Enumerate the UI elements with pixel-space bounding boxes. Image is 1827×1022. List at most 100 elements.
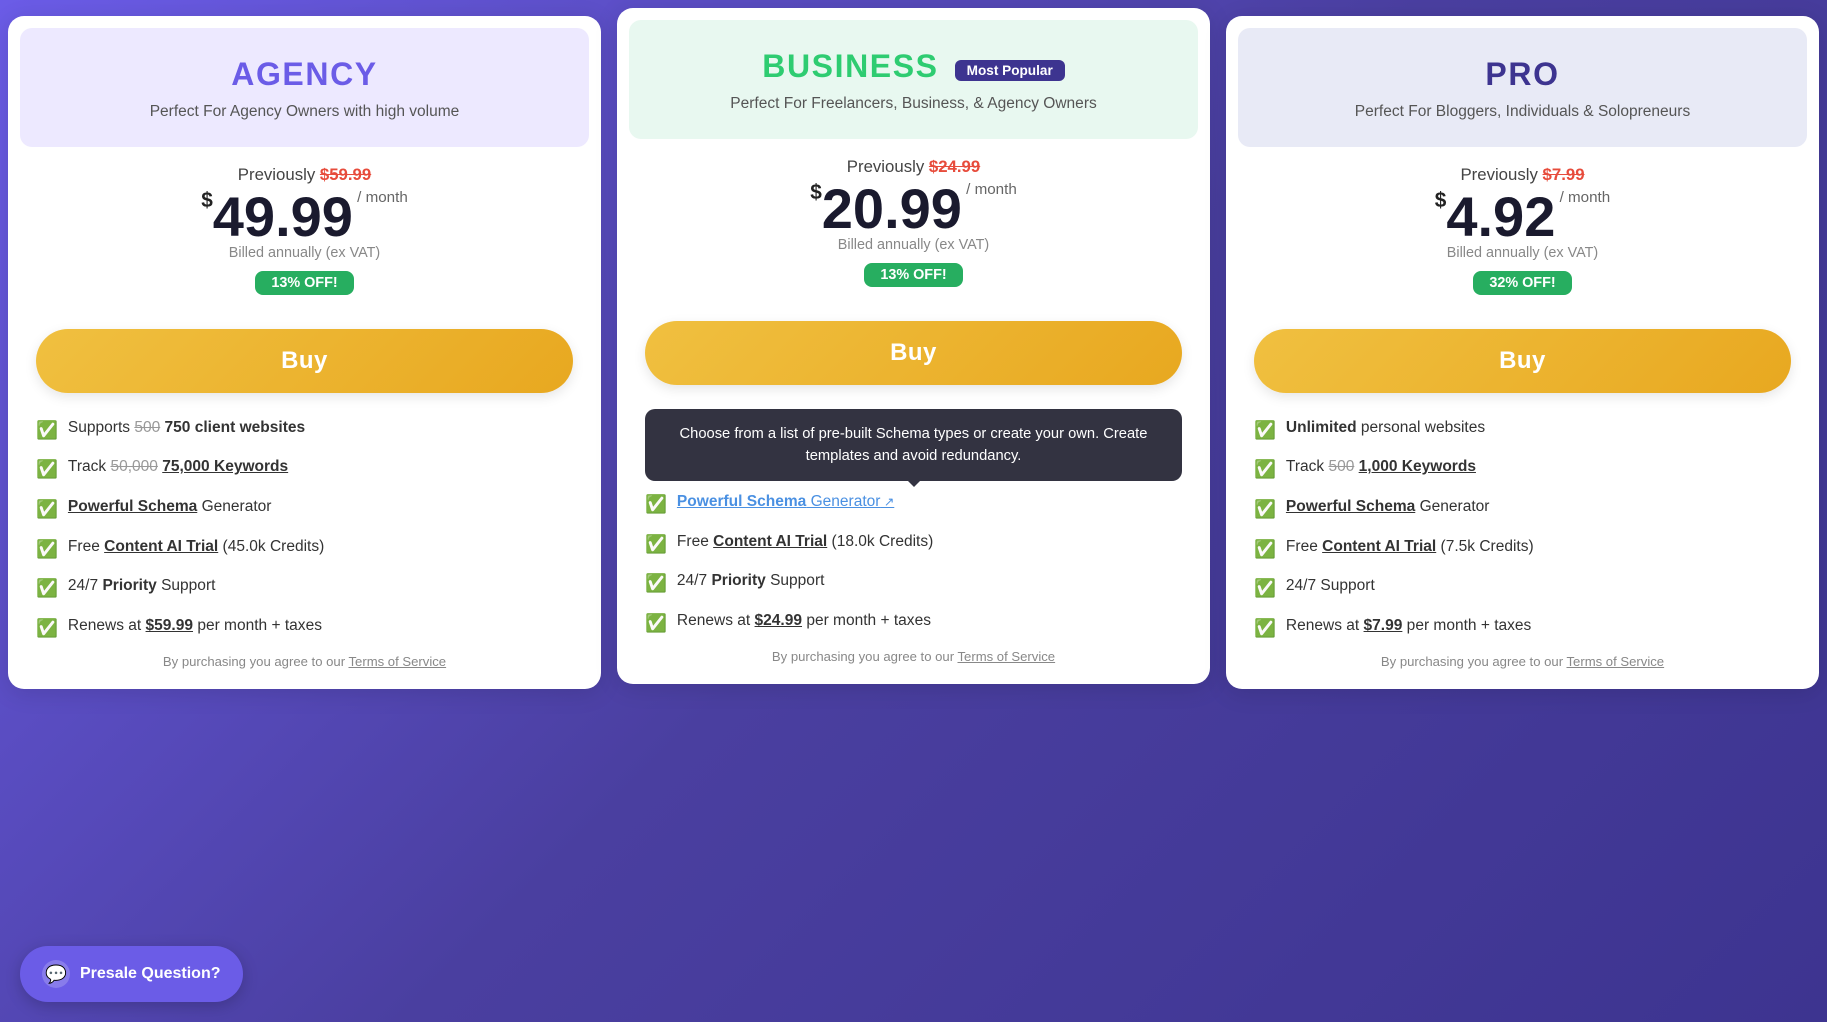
terms-link[interactable]: Terms of Service xyxy=(348,654,446,669)
discount-badge-pro: 32% OFF! xyxy=(1473,271,1571,295)
discount-badge-business: 13% OFF! xyxy=(864,263,962,287)
price-period-agency: / month xyxy=(353,189,408,206)
list-item: ✅ Free Content AI Trial (7.5k Credits) xyxy=(1254,536,1791,562)
price-row-agency: $ 49.99 / month xyxy=(36,189,573,245)
check-icon: ✅ xyxy=(36,457,58,482)
check-icon: ✅ xyxy=(645,492,667,517)
pricing-body-agency: Previously $59.99 $ 49.99 / month Billed… xyxy=(8,147,601,670)
list-item: ✅ Powerful Schema Generator xyxy=(1254,496,1791,522)
features-list-pro: ✅Unlimited personal websites✅Track 500 1… xyxy=(1254,417,1791,641)
check-icon: ✅ xyxy=(1254,497,1276,522)
price-period-pro: / month xyxy=(1555,189,1610,206)
discount-row-pro: 32% OFF! xyxy=(1254,271,1791,313)
pricing-card-agency: AGENCYPerfect For Agency Owners with hig… xyxy=(8,16,601,689)
list-item: ✅ Free Content AI Trial (18.0k Credits) xyxy=(645,531,1182,557)
check-icon: ✅ xyxy=(645,571,667,596)
terms-link[interactable]: Terms of Service xyxy=(957,649,1055,664)
list-item: ✅ Renews at $24.99 per month + taxes xyxy=(645,610,1182,636)
feature-text-agency-2: Powerful Schema Generator xyxy=(68,496,272,518)
plan-title-pro: PRO xyxy=(1262,56,1783,93)
card-header-business: BUSINESS Most Popular Perfect For Freelanc… xyxy=(629,20,1198,139)
terms-text-agency: By purchasing you agree to our Terms of … xyxy=(36,654,573,669)
feature-text-agency-1: Track 50,000 75,000 Keywords xyxy=(68,456,288,478)
list-item: ✅ 24/7 Priority Support xyxy=(645,570,1182,596)
billed-annually-agency: Billed annually (ex VAT) xyxy=(36,245,573,261)
previously-business: Previously $24.99 xyxy=(645,157,1182,177)
feature-text-pro-0: Unlimited personal websites xyxy=(1286,417,1485,439)
card-header-agency: AGENCYPerfect For Agency Owners with hig… xyxy=(20,28,589,147)
pricing-card-pro: PRO Perfect For Bloggers, Individuals & S… xyxy=(1226,16,1819,689)
most-popular-badge: Most Popular xyxy=(955,60,1065,81)
price-dollar-pro: $ xyxy=(1435,189,1447,213)
list-item: ✅Track 500 1,000 Keywords xyxy=(1254,456,1791,482)
list-item: ✅ Track 50,000 75,000 Keywords xyxy=(36,456,573,482)
price-period-business: / month xyxy=(962,181,1017,198)
discount-row-agency: 13% OFF! xyxy=(36,271,573,313)
buy-button-pro[interactable]: Buy xyxy=(1254,329,1791,393)
feature-text-business-3: Renews at $24.99 per month + taxes xyxy=(677,610,931,632)
billed-annually-business: Billed annually (ex VAT) xyxy=(645,237,1182,253)
list-item: ✅ 24/7 Support xyxy=(1254,575,1791,601)
check-icon: ✅ xyxy=(36,576,58,601)
billed-annually-pro: Billed annually (ex VAT) xyxy=(1254,245,1791,261)
terms-text-pro: By purchasing you agree to our Terms of … xyxy=(1254,654,1791,669)
list-item: ✅ Powerful Schema Generator xyxy=(36,496,573,522)
feature-text-pro-5: Renews at $7.99 per month + taxes xyxy=(1286,615,1531,637)
pricing-body-pro: Previously $7.99 $ 4.92 / month Billed a… xyxy=(1226,147,1819,670)
check-icon: ✅ xyxy=(645,611,667,636)
list-item: ✅ Free Content AI Trial (45.0k Credits) xyxy=(36,536,573,562)
plan-title-agency: AGENCY xyxy=(44,56,565,93)
price-dollar-agency: $ xyxy=(201,189,213,213)
list-item: ✅ Renews at $7.99 per month + taxes xyxy=(1254,615,1791,641)
list-item: ✅Unlimited personal websites xyxy=(1254,417,1791,443)
discount-row-business: 13% OFF! xyxy=(645,263,1182,305)
presale-label: Presale Question? xyxy=(80,965,221,983)
feature-text-pro-4: 24/7 Support xyxy=(1286,575,1375,597)
feature-text-pro-3: Free Content AI Trial (7.5k Credits) xyxy=(1286,536,1534,558)
list-item: ✅ Supports 500 750 client websites xyxy=(36,417,573,443)
plan-subtitle-business: Perfect For Freelancers, Business, & Age… xyxy=(653,93,1174,115)
list-item: ✅ Renews at $59.99 per month + taxes xyxy=(36,615,573,641)
pricing-card-business: BUSINESS Most Popular Perfect For Freelanc… xyxy=(617,8,1210,684)
previously-agency: Previously $59.99 xyxy=(36,165,573,185)
check-icon: ✅ xyxy=(36,616,58,641)
check-icon: ✅ xyxy=(645,532,667,557)
plan-title-business: BUSINESS xyxy=(762,48,938,85)
terms-text-business: By purchasing you agree to our Terms of … xyxy=(645,649,1182,664)
schema-tooltip: Choose from a list of pre-built Schema t… xyxy=(645,409,1182,481)
pricing-body-business: Previously $24.99 $ 20.99 / month Billed… xyxy=(617,139,1210,665)
feature-text-agency-0: Supports 500 750 client websites xyxy=(68,417,305,439)
list-item: ✅ Powerful Schema Generator xyxy=(645,491,1182,517)
price-dollar-business: $ xyxy=(810,181,822,205)
plan-subtitle-pro: Perfect For Bloggers, Individuals & Solo… xyxy=(1262,101,1783,123)
feature-text-business-2: 24/7 Priority Support xyxy=(677,570,825,592)
feature-text-business-1: Free Content AI Trial (18.0k Credits) xyxy=(677,531,933,553)
feature-text-agency-3: Free Content AI Trial (45.0k Credits) xyxy=(68,536,324,558)
check-icon: ✅ xyxy=(36,418,58,443)
buy-button-agency[interactable]: Buy xyxy=(36,329,573,393)
terms-link[interactable]: Terms of Service xyxy=(1566,654,1664,669)
feature-link[interactable]: Powerful Schema Generator xyxy=(677,493,894,510)
buy-button-business[interactable]: Buy xyxy=(645,321,1182,385)
features-list-business: ✅ Powerful Schema Generator ✅ Free Content … xyxy=(645,491,1182,636)
check-icon: ✅ xyxy=(36,537,58,562)
check-icon: ✅ xyxy=(1254,616,1276,641)
check-icon: ✅ xyxy=(1254,537,1276,562)
check-icon: ✅ xyxy=(1254,576,1276,601)
card-header-pro: PRO Perfect For Bloggers, Individuals & S… xyxy=(1238,28,1807,147)
check-icon: ✅ xyxy=(36,497,58,522)
check-icon: ✅ xyxy=(1254,457,1276,482)
pricing-container: AGENCYPerfect For Agency Owners with hig… xyxy=(0,0,1827,1022)
price-amount-pro: 4.92 xyxy=(1446,189,1555,245)
presale-chat-button[interactable]: 💬 Presale Question? xyxy=(20,946,243,1002)
chat-icon: 💬 xyxy=(42,960,70,988)
feature-text-agency-5: Renews at $59.99 per month + taxes xyxy=(68,615,322,637)
feature-text-agency-4: 24/7 Priority Support xyxy=(68,575,216,597)
feature-text-business-0: Powerful Schema Generator xyxy=(677,491,894,513)
previously-pro: Previously $7.99 xyxy=(1254,165,1791,185)
features-list-agency: ✅ Supports 500 750 client websites ✅ Track … xyxy=(36,417,573,641)
feature-text-pro-2: Powerful Schema Generator xyxy=(1286,496,1490,518)
price-amount-agency: 49.99 xyxy=(213,189,353,245)
price-row-business: $ 20.99 / month xyxy=(645,181,1182,237)
price-amount-business: 20.99 xyxy=(822,181,962,237)
